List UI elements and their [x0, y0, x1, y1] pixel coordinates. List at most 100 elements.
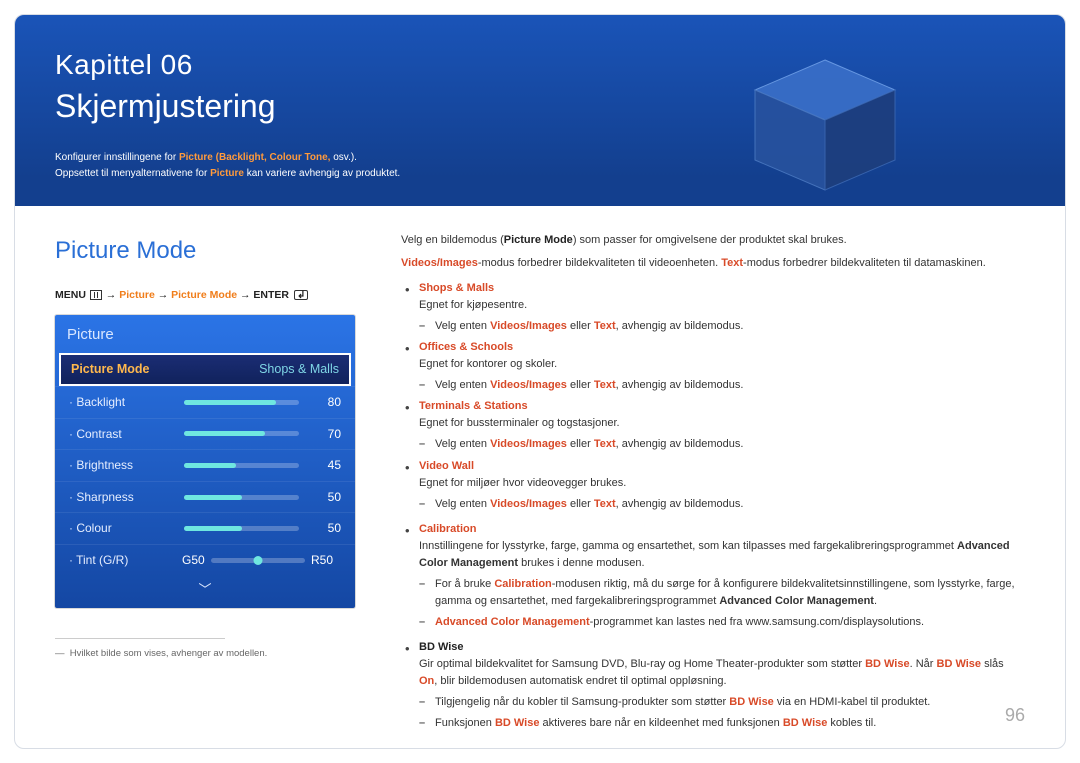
osd-slider[interactable] — [184, 526, 299, 531]
bw1r: BD Wise — [729, 696, 774, 708]
osd-row-sharpness[interactable]: Sharpness 50 — [55, 481, 355, 513]
osd-title: Picture — [55, 315, 355, 352]
intro-prefix: Konfigurer innstillingene for — [55, 152, 179, 163]
osd-row-label: Backlight — [69, 393, 174, 412]
bc-menu: MENU — [55, 289, 86, 301]
cal1c: . — [874, 595, 877, 607]
osd-row-label: Colour — [69, 519, 174, 538]
content-columns: Picture Mode MENU → Picture → Picture Mo… — [15, 206, 1065, 736]
osd-panel: Picture Picture Mode Shops & Malls Backl… — [55, 315, 355, 607]
mode-item: Shops & MallsEgnet for kjøpesentre.Velg … — [401, 280, 1025, 335]
osd-slider[interactable] — [184, 400, 299, 405]
bw1b: via en HDMI-kabel til produktet. — [774, 696, 931, 708]
osd-row-contrast[interactable]: Contrast 70 — [55, 418, 355, 450]
section-title: Picture Mode — [55, 232, 365, 269]
mode-item-heading: Video Wall — [419, 460, 474, 472]
p2-c: Text — [721, 257, 743, 269]
bw-c: slås — [981, 658, 1004, 670]
osd-row-value: 45 — [309, 456, 341, 475]
calibration-dash1: For å bruke Calibration-modusen riktig, … — [419, 576, 1025, 610]
bw-a: Gir optimal bildekvalitet for Samsung DV… — [419, 658, 865, 670]
osd-tint-row[interactable]: Tint (G/R) G50 R50 — [55, 544, 355, 576]
osd-row-backlight[interactable]: Backlight 80 — [55, 386, 355, 418]
bc-p1: Picture — [119, 289, 155, 301]
osd-selected-label: Picture Mode — [71, 360, 150, 379]
calibration-desc: Innstillingene for lysstyrke, farge, gam… — [419, 538, 1025, 572]
p1-b: ) som passer for omgivelsene der produkt… — [573, 234, 847, 246]
mode-item-dash: Velg enten Videos/Images eller Text, avh… — [419, 377, 1025, 394]
cal1r: Calibration — [494, 578, 551, 590]
osd-slider[interactable] — [184, 495, 299, 500]
mode-item-desc: Egnet for kjøpesentre. — [419, 297, 1025, 314]
enter-icon — [294, 290, 308, 300]
right-column: Velg en bildemodus (Picture Mode) som pa… — [401, 232, 1025, 736]
osd-row-value: 80 — [309, 393, 341, 412]
mode-item-desc: Egnet for kontorer og skoler. — [419, 356, 1025, 373]
intro2-accent: Picture — [210, 168, 244, 179]
osd-row-brightness[interactable]: Brightness 45 — [55, 449, 355, 481]
bw-r2: BD Wise — [937, 658, 982, 670]
bdwise-dash2: Funksjonen BD Wise aktiveres bare når en… — [419, 715, 1025, 732]
osd-slider[interactable] — [184, 431, 299, 436]
bc-enter: ENTER — [253, 289, 289, 301]
osd-row-label: Contrast — [69, 425, 174, 444]
mode-item-dash: Velg enten Videos/Images eller Text, avh… — [419, 436, 1025, 453]
bw-d: , blir bildemodusen automatisk endret ti… — [434, 675, 726, 687]
osd-row-value: 70 — [309, 425, 341, 444]
mode-item-heading: Offices & Schools — [419, 341, 513, 353]
bw2r1: BD Wise — [495, 717, 540, 729]
tint-right: R50 — [311, 551, 333, 570]
mode-item-desc: Egnet for miljøer hvor videovegger bruke… — [419, 475, 1025, 492]
mode-item-dash: Velg enten Videos/Images eller Text, avh… — [419, 318, 1025, 335]
intro2-a: Oppsettet til menyalternativene for — [55, 168, 210, 179]
mode-item-dash: Velg enten Videos/Images eller Text, avh… — [419, 496, 1025, 513]
chevron-down-icon[interactable]: ﹀ — [55, 576, 355, 608]
cube-graphic — [745, 55, 905, 195]
bw2a: Funksjonen — [435, 717, 495, 729]
mode-item: Video Wall Egnet for miljøer hvor videove… — [401, 458, 1025, 513]
chapter-header: Kapittel 06 Skjermjustering Konfigurer i… — [15, 15, 1065, 206]
cal2r: Advanced Color Management — [435, 616, 590, 628]
cal-dc: brukes i denne modusen. — [518, 557, 645, 569]
tint-bar[interactable] — [211, 558, 305, 563]
p2-b: -modus forbedrer bildekvaliteten til vid… — [478, 257, 721, 269]
bw-r3: On — [419, 675, 434, 687]
calibration-dash2: Advanced Color Management-programmet kan… — [419, 614, 1025, 631]
p2-d: -modus forbedrer bildekvaliteten til dat… — [743, 257, 986, 269]
menu-icon — [90, 290, 102, 300]
left-column: Picture Mode MENU → Picture → Picture Mo… — [55, 232, 365, 736]
calibration-heading: Calibration — [419, 523, 476, 535]
osd-slider[interactable] — [184, 463, 299, 468]
bw2r2: BD Wise — [783, 717, 828, 729]
p2-a: Videos/Images — [401, 257, 478, 269]
osd-row-label: Brightness — [69, 456, 174, 475]
bdwise-block: BD Wise Gir optimal bildekvalitet for Sa… — [401, 639, 1025, 732]
bw-b: . Når — [910, 658, 937, 670]
page-number: 96 — [1005, 702, 1025, 730]
bw2b: aktiveres bare når en kildeenhet med fun… — [539, 717, 782, 729]
osd-row-label: Sharpness — [69, 488, 174, 507]
page-frame: Kapittel 06 Skjermjustering Konfigurer i… — [14, 14, 1066, 749]
osd-row-value: 50 — [309, 488, 341, 507]
cal2b: -programmet kan lastes ned fra www.samsu… — [590, 616, 924, 628]
tint-left: G50 — [182, 551, 205, 570]
mode-item: Offices & Schools Egnet for kontorer og s… — [401, 339, 1025, 394]
intro-accent: Picture (Backlight, Colour Tone, — [179, 152, 331, 163]
mode-item-desc: Egnet for bussterminaler og togstasjoner… — [419, 415, 1025, 432]
mode-item-heading: Terminals & Stations — [419, 400, 528, 412]
p1-bold: Picture Mode — [504, 234, 573, 246]
right-p1: Velg en bildemodus (Picture Mode) som pa… — [401, 232, 1025, 249]
footnote-text: Hvilket bilde som vises, avhenger av mod… — [70, 648, 267, 659]
bdwise-dash1: Tilgjengelig når du kobler til Samsung-p… — [419, 694, 1025, 711]
cal1a: For å bruke — [435, 578, 494, 590]
bc-p2: Picture Mode — [171, 289, 237, 301]
mode-item: Terminals & Stations Egnet for busstermin… — [401, 398, 1025, 453]
calibration-block: Calibration Innstillingene for lysstyrke… — [401, 521, 1025, 631]
osd-row-colour[interactable]: Colour50 — [55, 512, 355, 544]
p1-a: Velg en bildemodus ( — [401, 234, 504, 246]
bw2c: kobles til. — [827, 717, 876, 729]
cal1bold: Advanced Color Management — [719, 595, 874, 607]
osd-selected-row[interactable]: Picture Mode Shops & Malls — [59, 353, 351, 386]
tint-label: Tint (G/R) — [69, 551, 174, 570]
menu-breadcrumb: MENU → Picture → Picture Mode → ENTER — [55, 287, 365, 303]
